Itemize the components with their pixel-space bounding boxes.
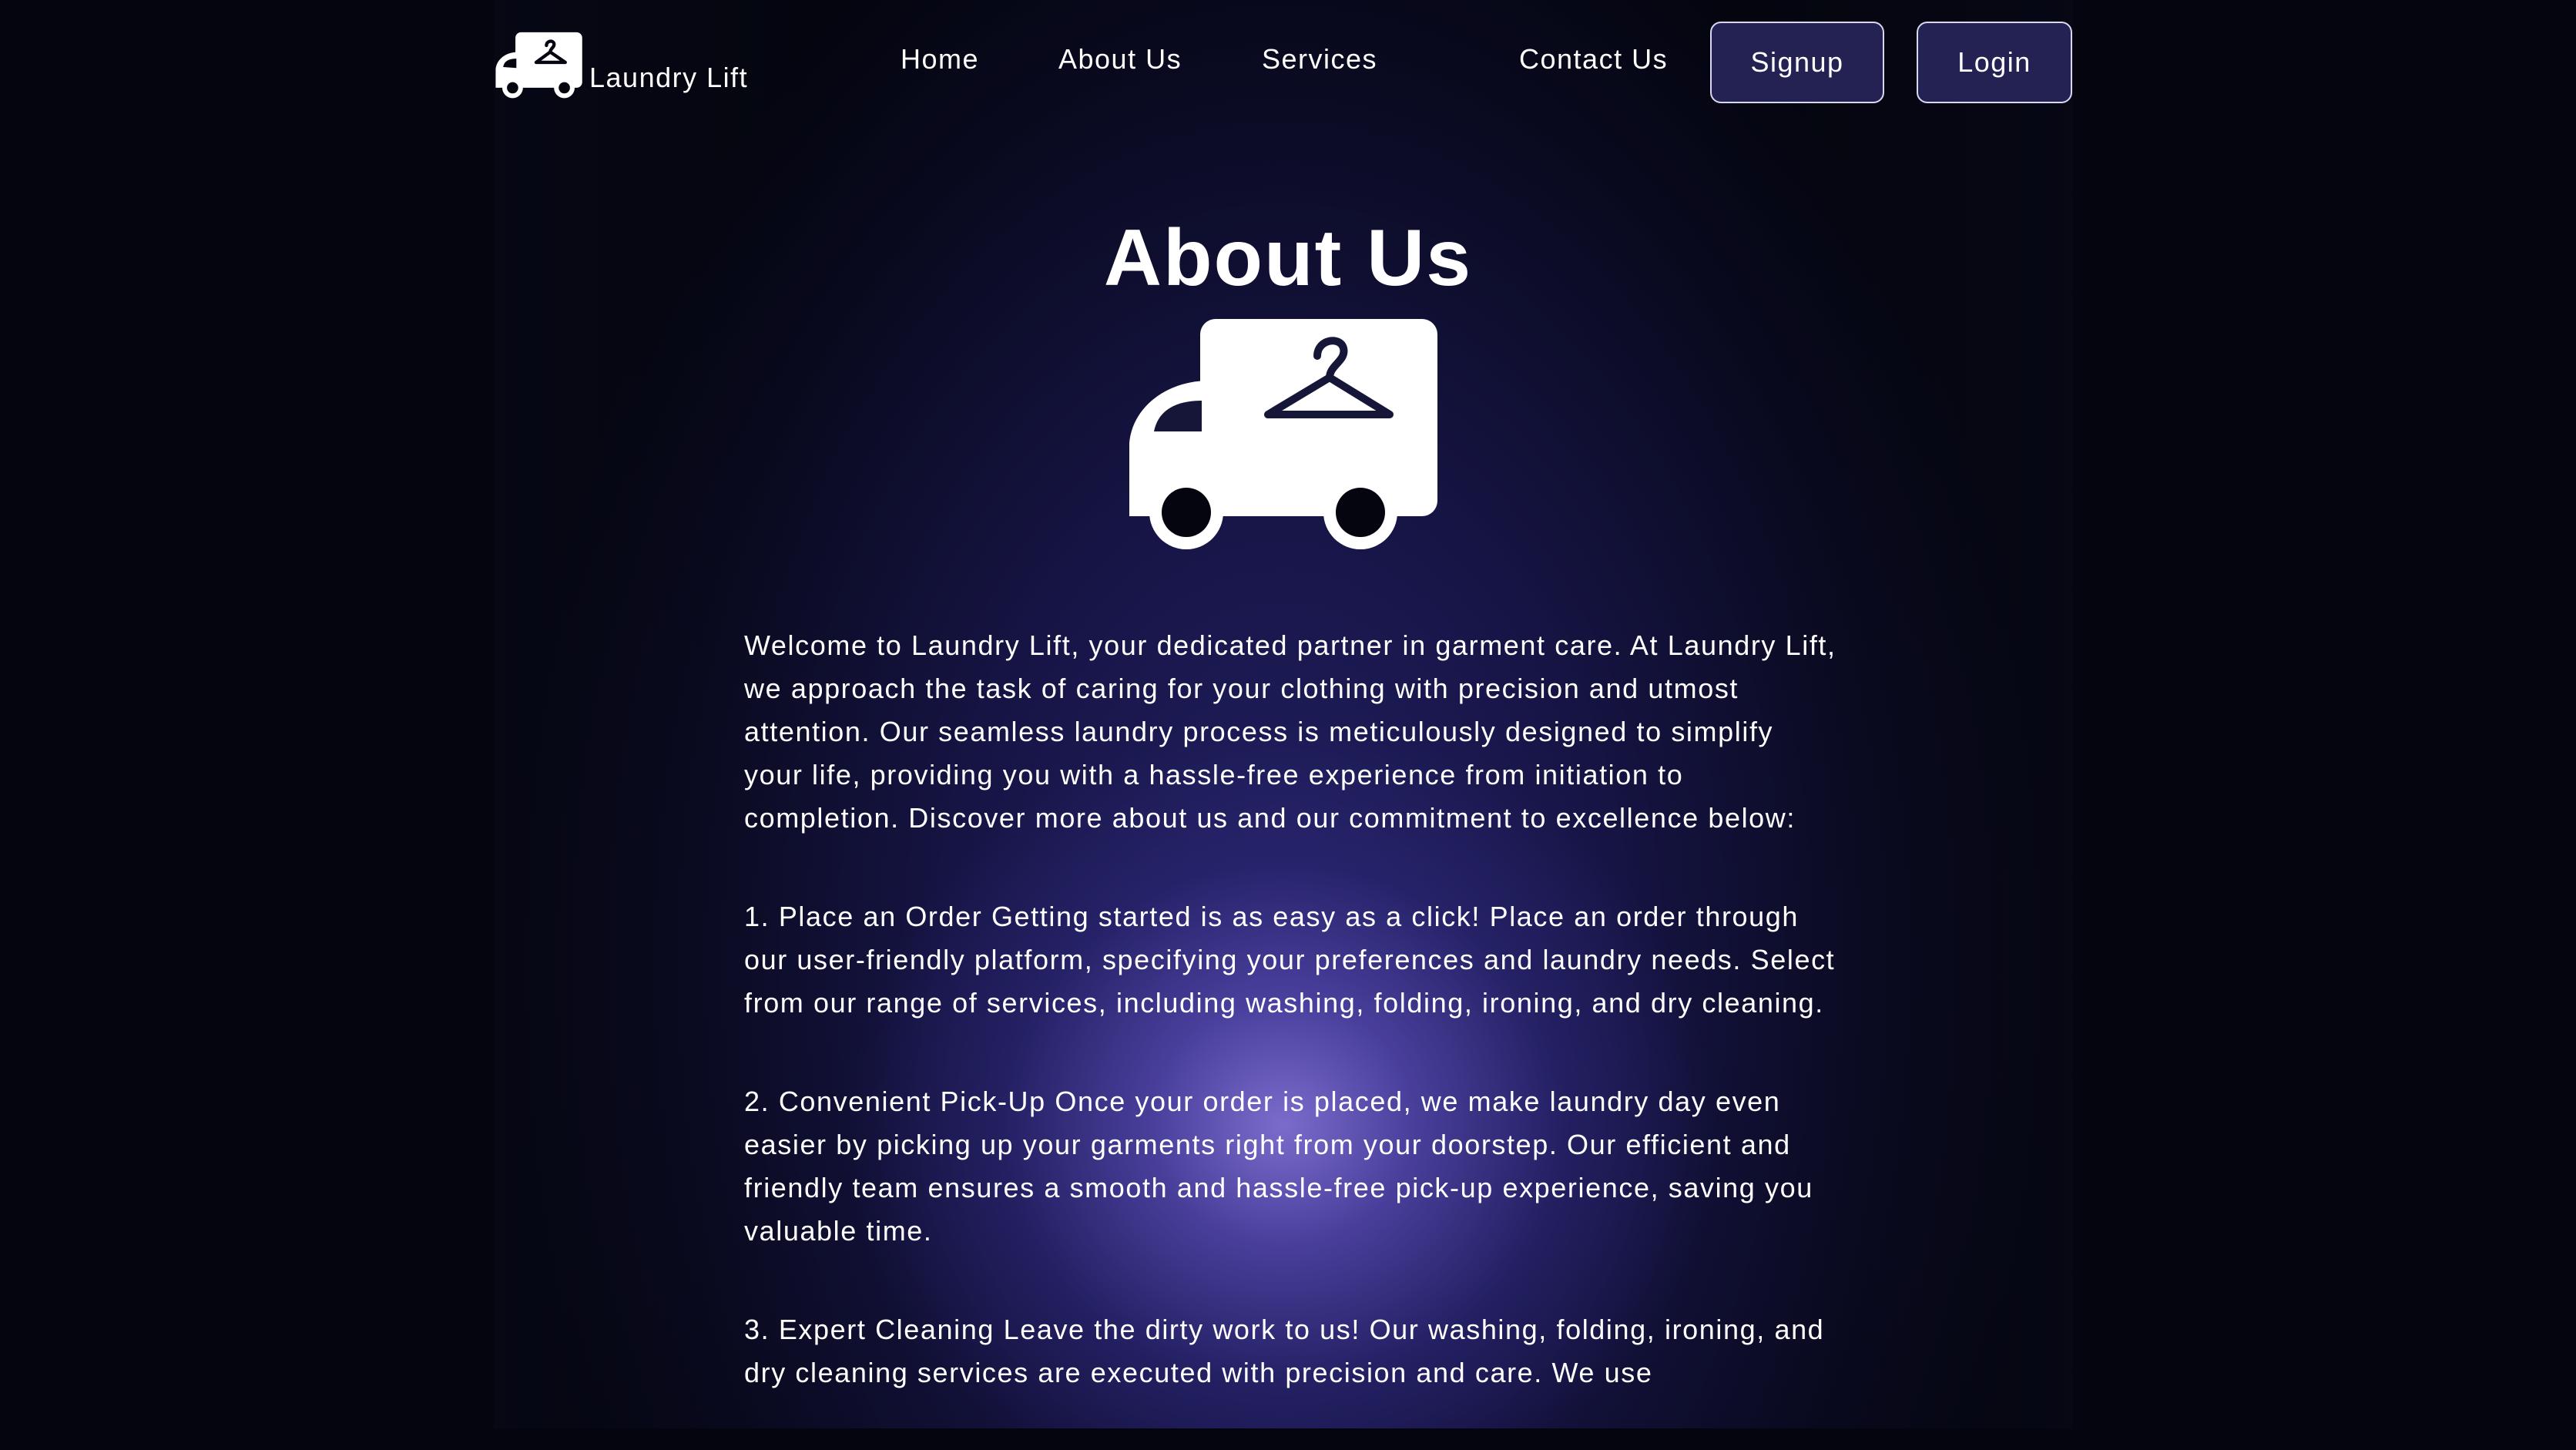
intro-paragraph: Welcome to Laundry Lift, your dedicated …: [744, 629, 1836, 834]
brand[interactable]: Laundry Lift: [494, 22, 748, 99]
nav-link-about-us[interactable]: About Us: [1058, 43, 1182, 76]
navbar: Laundry Lift Home About Us Services Cont…: [494, 0, 2073, 131]
page-title: About Us: [1103, 213, 1473, 303]
nav-link-home[interactable]: Home: [901, 43, 979, 76]
nav-link-services[interactable]: Services: [1262, 43, 1377, 76]
step-place-order-paragraph: 1. Place an Order Getting started is as …: [744, 901, 1836, 1019]
nav-link-contact-us[interactable]: Contact Us: [1519, 43, 1668, 76]
step-pickup-paragraph: 2. Convenient Pick-Up Once your order is…: [744, 1086, 1813, 1247]
signup-button[interactable]: Signup: [1710, 22, 1884, 103]
step-expert-cleaning-paragraph: 3. Expert Cleaning Leave the dirty work …: [744, 1314, 1825, 1388]
login-button[interactable]: Login: [1917, 22, 2072, 103]
laundry-van-hero-icon: [1129, 319, 1437, 549]
laundry-van-logo-icon: [495, 32, 582, 99]
about-content: Welcome to Laundry Lift, your dedicated …: [744, 624, 1838, 1450]
brand-name: Laundry Lift: [589, 62, 749, 93]
